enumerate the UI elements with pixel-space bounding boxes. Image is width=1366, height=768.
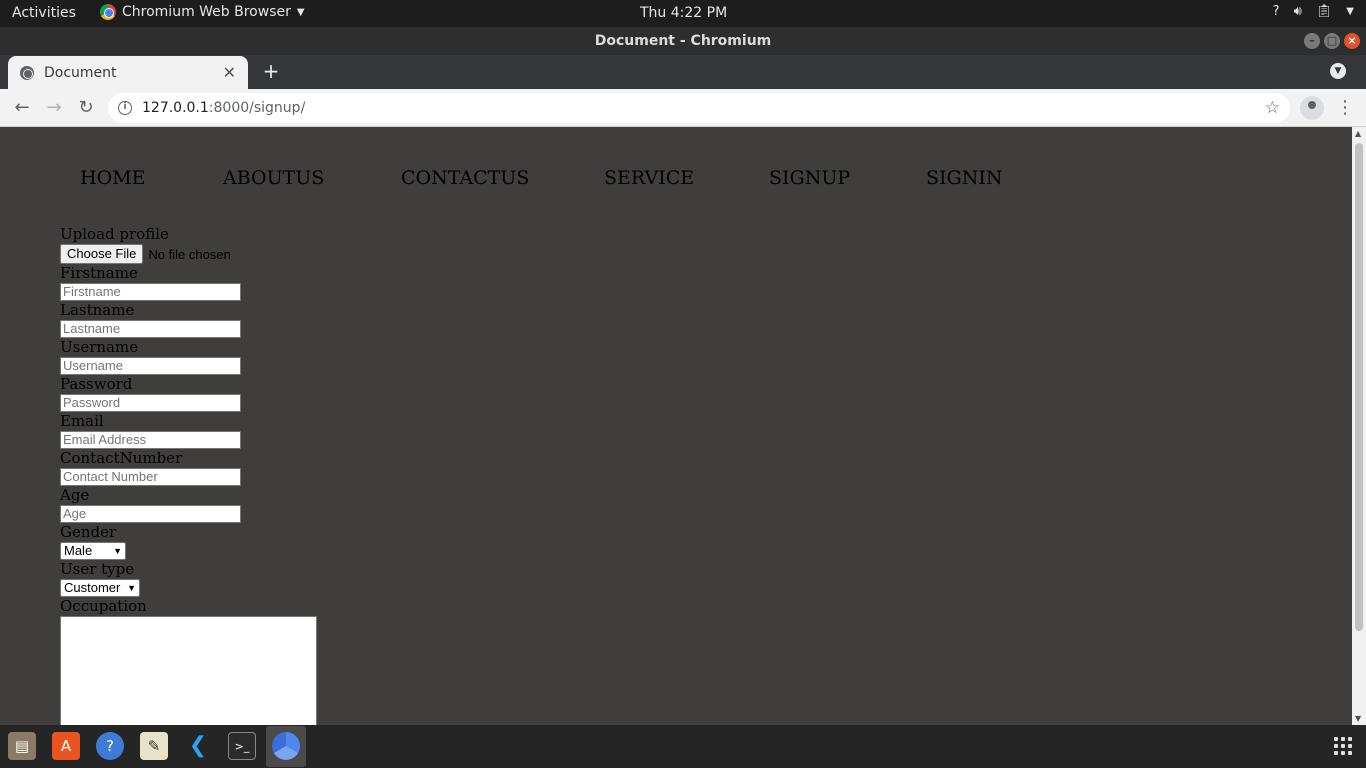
age-input[interactable]: Age [60,505,241,523]
gender-label: Gender [60,523,117,541]
chromium-icon [100,4,116,20]
help-icon[interactable]: ? [1273,4,1280,19]
vscode-icon[interactable]: ❮ [184,732,212,760]
signup-form: Upload profile Choose File No file chose… [60,225,360,725]
occupation-textarea[interactable] [60,616,317,725]
site-navigation: HOME ABOUTUS CONTACTUS SERVICE SIGNUP SI… [0,167,1100,191]
site-info-icon[interactable]: i [118,101,132,115]
window-title: Document - Chromium [594,33,772,49]
browser-menu-icon[interactable]: ⋮ [1336,96,1354,120]
dock: ▤ A ? ✎ ❮ >_ [0,725,1366,768]
caret-down-icon: ▼ [296,6,305,18]
email-label: Email [60,412,104,430]
minimize-button[interactable]: – [1304,33,1320,49]
gender-select[interactable]: Male ▼ [60,542,126,560]
nav-link-signin[interactable]: SIGNIN [926,167,1002,189]
globe-icon [20,65,34,80]
firstname-input[interactable]: Firstname [60,283,241,301]
scroll-up-icon[interactable]: ▲ [1355,129,1361,138]
user-type-value: Customer [64,580,121,595]
close-window-button[interactable]: × [1344,33,1360,49]
url-host: 127.0.0.1 [142,100,209,116]
tab-title: Document [44,64,117,81]
nav-link-contactus[interactable]: CONTACTUS [401,167,529,189]
reload-icon[interactable]: ↻ [74,96,98,120]
clock[interactable]: Thu 4:22 PM [640,5,727,21]
new-tab-button[interactable]: + [260,60,282,82]
upload-profile-label: Upload profile [60,225,169,243]
occupation-label: Occupation [60,597,147,615]
window-title-bar: Document - Chromium – □ × [0,27,1366,55]
choose-file-button[interactable]: Choose File [60,244,144,264]
file-input[interactable]: Choose File No file chosen [60,244,360,264]
page-scrollbar[interactable]: ▲ ▼ [1352,127,1366,725]
chevron-down-icon: ▼ [113,546,122,556]
system-tray[interactable]: ? 🔊︎ 📋︎ ▼ [1273,4,1354,19]
tab-strip: Document ✕ + ▼ [0,55,1366,89]
activities-button[interactable]: Activities [12,5,76,21]
tab-document[interactable]: Document ✕ [8,56,248,89]
firstname-label: Firstname [60,264,138,282]
system-top-bar: Activities Chromium Web Browser ▼ Thu 4:… [0,0,1366,27]
lastname-label: Lastname [60,301,135,319]
url-path: :8000/signup/ [208,100,306,116]
username-input[interactable]: Username [60,357,241,375]
tab-search-icon[interactable]: ▼ [1330,63,1346,79]
address-bar[interactable]: i 127.0.0.1:8000/signup/ ☆ [108,93,1290,123]
contact-number-label: ContactNumber [60,449,183,467]
age-label: Age [60,486,90,504]
password-label: Password [60,375,133,393]
help-icon[interactable]: ? [96,732,124,760]
scrollbar-thumb[interactable] [1355,143,1363,631]
scroll-down-icon[interactable]: ▼ [1355,714,1361,723]
app-menu-label: Chromium Web Browser [122,4,291,20]
software-icon[interactable]: A [52,732,80,760]
nav-link-home[interactable]: HOME [80,167,145,189]
profile-avatar-icon[interactable] [1300,96,1324,120]
show-applications-icon[interactable] [1334,737,1352,755]
chromium-icon[interactable] [272,732,300,760]
nav-link-aboutus[interactable]: ABOUTUS [223,167,324,189]
password-input[interactable]: Password [60,394,241,412]
back-icon[interactable]: ← [10,96,34,120]
clipboard-icon[interactable]: 📋︎ [1316,4,1333,19]
terminal-icon[interactable]: >_ [228,732,256,760]
volume-icon[interactable]: 🔊︎ [1294,4,1302,19]
nav-link-service[interactable]: SERVICE [604,167,694,189]
chevron-down-icon: ▼ [127,583,136,593]
forward-icon[interactable]: → [42,96,66,120]
page-viewport: HOME ABOUTUS CONTACTUS SERVICE SIGNUP SI… [0,127,1352,725]
user-type-select[interactable]: Customer ▼ [60,579,140,597]
username-label: Username [60,338,139,356]
bookmark-star-icon[interactable]: ☆ [1265,98,1280,118]
user-type-label: User type [60,560,135,578]
nav-link-signup[interactable]: SIGNUP [769,167,850,189]
maximize-button[interactable]: □ [1324,33,1340,49]
no-file-text: No file chosen [148,246,231,262]
gender-value: Male [64,543,93,558]
contact-number-input[interactable]: Contact Number [60,468,241,486]
lastname-input[interactable]: Lastname [60,320,241,338]
files-icon[interactable]: ▤ [8,732,36,760]
browser-toolbar: ← → ↻ i 127.0.0.1:8000/signup/ ☆ ⋮ [0,89,1366,127]
caret-down-icon[interactable]: ▼ [1346,6,1354,17]
email-input[interactable]: Email Address [60,431,241,449]
close-tab-icon[interactable]: ✕ [223,63,236,82]
app-menu[interactable]: Chromium Web Browser ▼ [100,4,305,20]
text-editor-icon[interactable]: ✎ [140,732,168,760]
